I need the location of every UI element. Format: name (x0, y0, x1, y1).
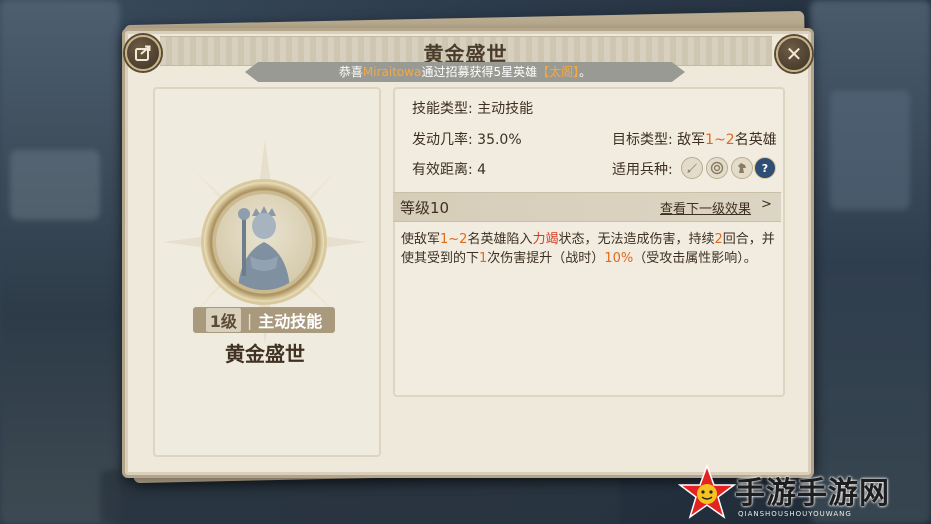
skill-name: 黄金盛世 (225, 342, 305, 366)
desc-text: 状态，无法造成伤害，持续 (558, 232, 715, 247)
sword-icon[interactable] (681, 157, 703, 179)
sword-glyph (687, 163, 697, 173)
share-icon (135, 45, 151, 61)
desc-duration: 2 (714, 232, 723, 247)
trigger-rate-label: 发动几率: (412, 132, 473, 148)
close-button[interactable]: ✕ (776, 36, 812, 72)
skill-type-row: 技能类型: 主动技能 (412, 98, 533, 118)
target-glyph (710, 161, 724, 175)
recruit-notice: 恭喜Miraitowa通过招募获得5星英雄【太阁】。 (245, 62, 685, 82)
target-icon[interactable] (706, 157, 728, 179)
watermark-subtext: QIANSHOUSHOUYOUWANG (738, 510, 852, 518)
skill-level-type-tag: 1级 | 主动技能 (193, 307, 335, 333)
skill-type-value: 主动技能 (477, 101, 534, 117)
skill-level-tag: 1级 (205, 308, 241, 332)
notice-middle: 通过招募获得5星英雄 (421, 65, 538, 79)
notice-hero: 【太阁】 (537, 65, 580, 79)
target-type-row: 目标类型: 敌军1~2名英雄 (612, 129, 777, 149)
target-range: 1~2 (705, 132, 735, 148)
troop-type-row: 适用兵种: (612, 159, 673, 179)
share-button[interactable] (125, 35, 161, 71)
chevron-right-icon[interactable]: > (761, 197, 772, 212)
question-icon[interactable]: ? (754, 157, 776, 179)
desc-damage-bonus: 10% (604, 251, 634, 266)
background-right (810, 0, 931, 524)
desc-text: 使敌军 (401, 232, 441, 247)
background-detail (830, 90, 910, 210)
skill-type-tag: 主动技能 (258, 312, 323, 331)
question-glyph: ? (761, 161, 769, 175)
view-next-level-link[interactable]: 查看下一级效果 (660, 198, 751, 217)
notice-player: Miraitowa (362, 65, 422, 79)
background-detail (10, 150, 100, 220)
watermark-text: 手游手游网 (735, 476, 890, 511)
desc-target-count: 1~2 (440, 232, 468, 247)
target-prefix: 敌军 (677, 132, 706, 148)
target-type-label: 目标类型: (612, 132, 673, 148)
desc-text: 次伤害提升（战时） (487, 251, 605, 266)
desc-status: 力竭 (532, 232, 559, 247)
king-figure-icon (238, 206, 290, 290)
troop-type-label: 适用兵种: (612, 162, 673, 178)
skill-description: 使敌军1~2名英雄陷入力竭状态，无法造成伤害，持续2回合，并使其受到的下1次伤害… (401, 230, 775, 268)
trigger-rate-row: 发动几率: 35.0% (412, 129, 522, 149)
range-value: 4 (477, 162, 487, 178)
horse-glyph (738, 163, 746, 173)
notice-prefix: 恭喜 (338, 65, 363, 79)
desc-text: 名英雄陷入 (467, 232, 533, 247)
background-left (0, 0, 120, 524)
range-row: 有效距离: 4 (412, 159, 486, 179)
horse-icon[interactable] (731, 157, 753, 179)
close-icon: ✕ (785, 42, 803, 66)
tag-separator: | (246, 310, 253, 330)
range-label: 有效距离: (412, 162, 473, 178)
notice-suffix: 。 (579, 65, 592, 79)
skill-type-label: 技能类型: (412, 101, 473, 117)
trigger-rate-value: 35.0% (477, 132, 522, 148)
desc-text: （受攻击属性影响）。 (633, 251, 757, 266)
level-label: 等级10 (400, 199, 450, 217)
target-suffix: 名英雄 (734, 132, 777, 148)
watermark-star-icon (678, 464, 736, 519)
hero-portrait (216, 194, 312, 290)
